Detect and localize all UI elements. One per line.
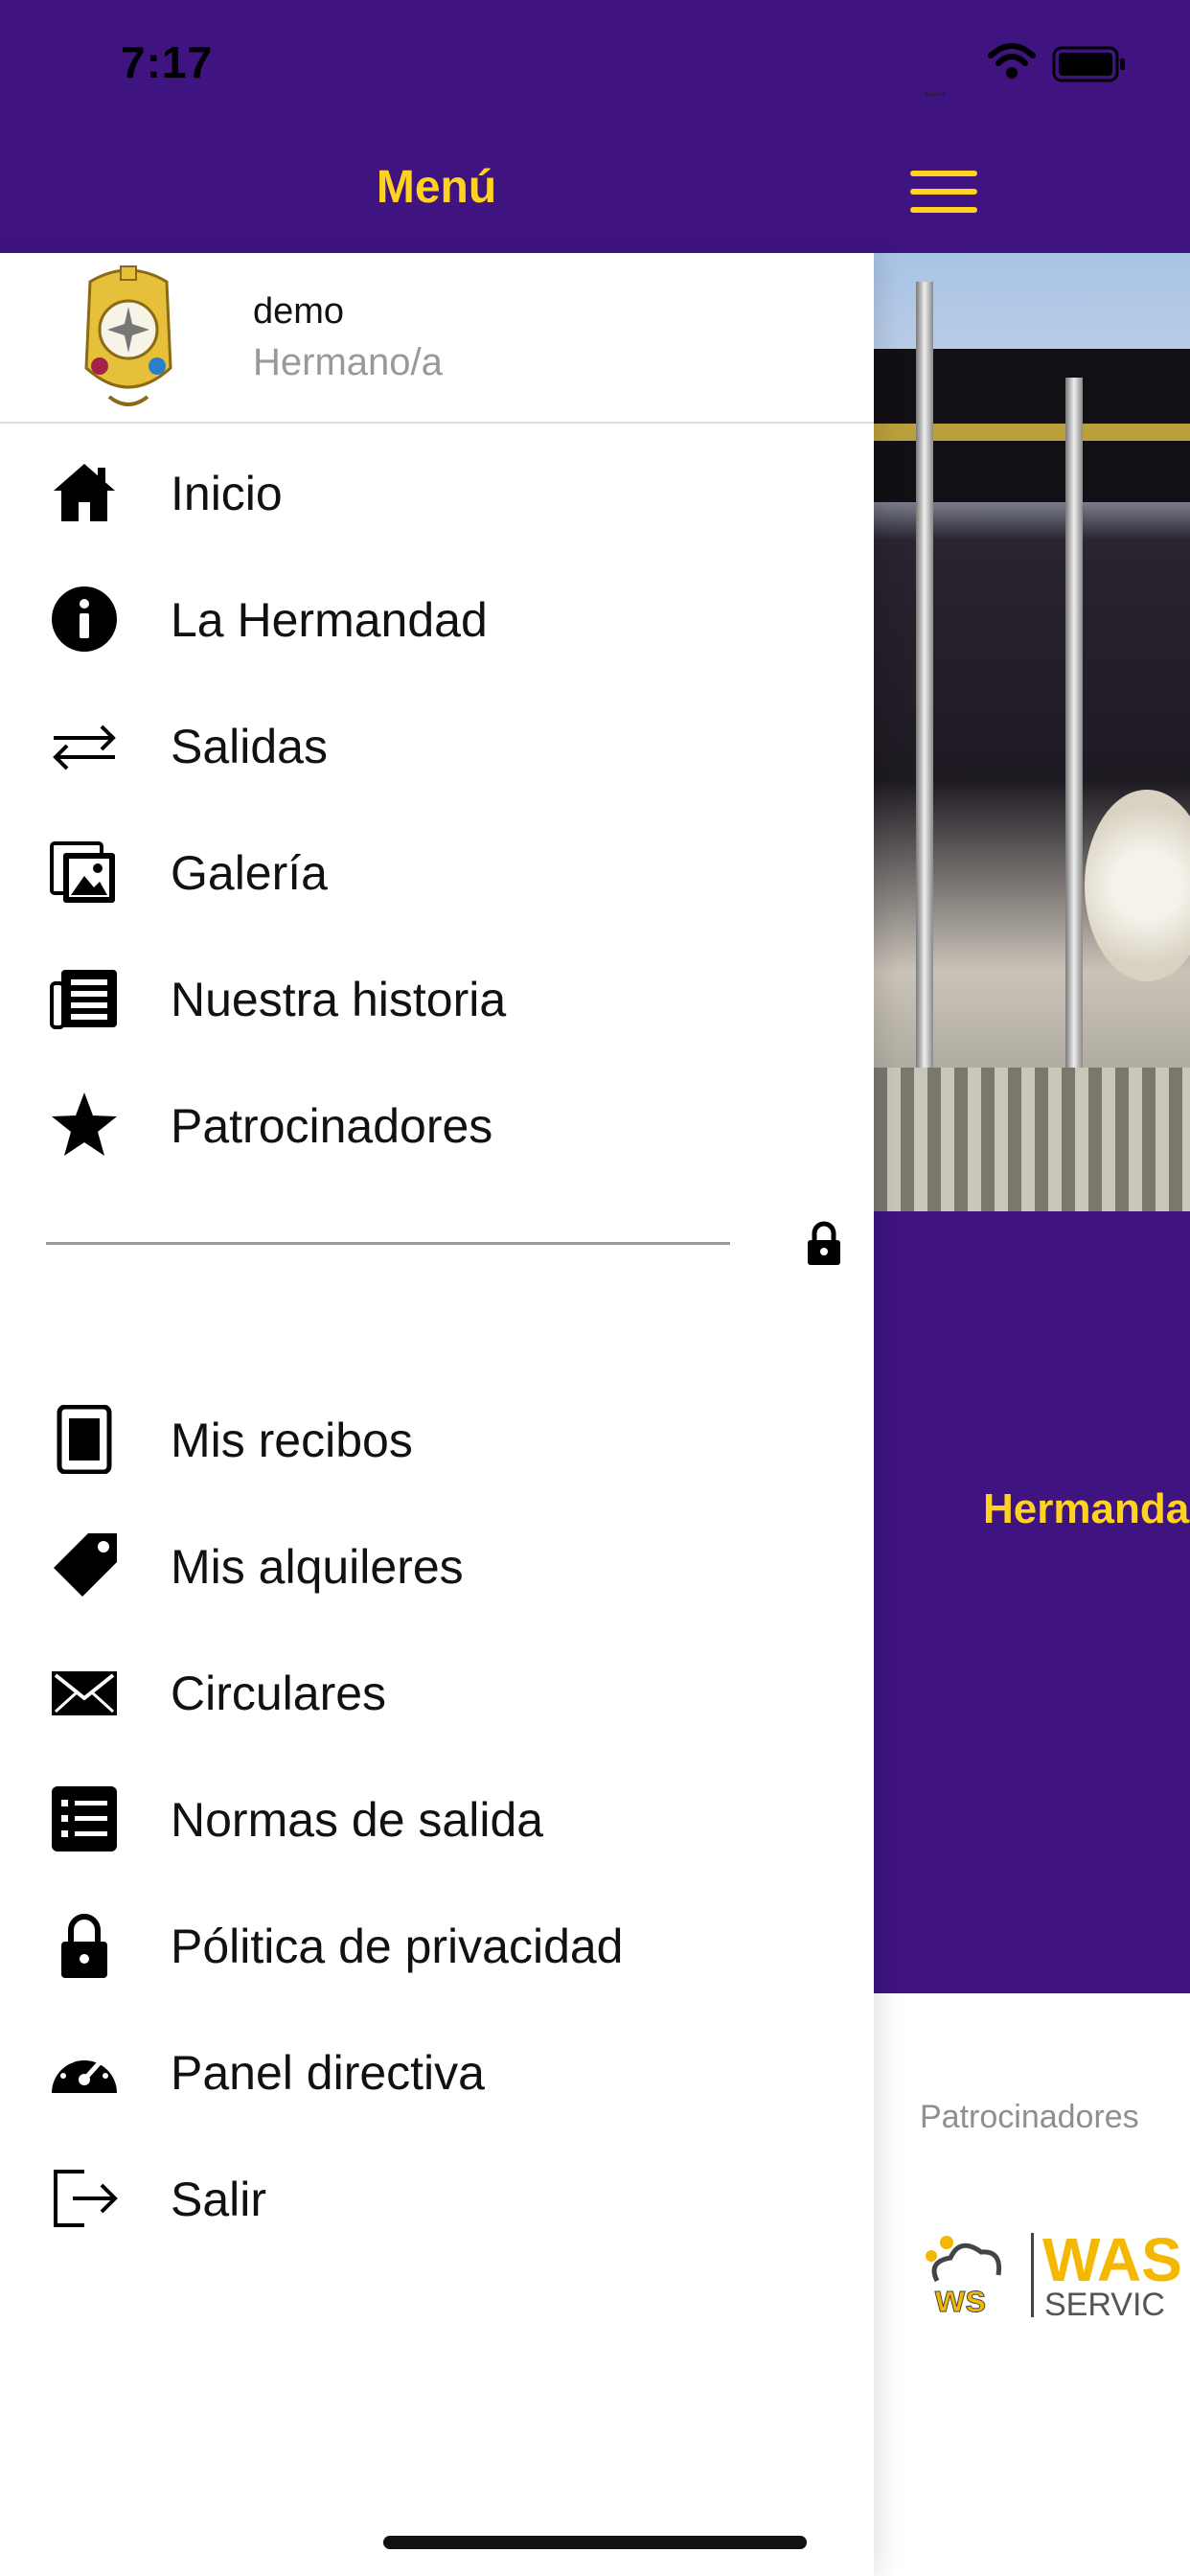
menu-item-politica-de-privacidad[interactable]: Pólitica de privacidad (0, 1876, 874, 2003)
menu-item-mis-alquileres[interactable]: Mis alquileres (0, 1497, 874, 1623)
sponsors-section-label: Patrocinadores (920, 2099, 1139, 2135)
banner-title: Hermandad (983, 1485, 1190, 1532)
sponsor-logo-text: WAS (1042, 2225, 1182, 2294)
menu-item-nuestra-historia[interactable]: Nuestra historia (0, 930, 874, 1056)
logout-icon (54, 2170, 118, 2227)
home-icon (54, 464, 115, 521)
menu-item-label: Panel directiva (171, 2046, 485, 2100)
sponsor-logo-subtext: SERVIC (1044, 2287, 1165, 2323)
menu-item-label: La Hermandad (171, 593, 488, 647)
menu-item-panel-directiva[interactable]: Panel directiva (0, 2003, 874, 2129)
menu-item-la-hermandad[interactable]: La Hermandad (0, 550, 874, 677)
envelope-icon (52, 1671, 117, 1715)
menu-item-label: Normas de salida (171, 1793, 544, 1847)
sponsor-logo[interactable]: ws WAS SERVIC (918, 2223, 1190, 2329)
menu-item-label: Salir (171, 2173, 267, 2226)
tag-icon (54, 1533, 117, 1597)
list-icon (52, 1786, 117, 1852)
menu-item-normas-de-salida[interactable]: Normas de salida (0, 1750, 874, 1876)
menu-item-galeria[interactable]: Galería (0, 803, 874, 930)
user-role: Hermano/a (253, 341, 443, 383)
menu-title: Menú (376, 162, 497, 213)
svg-text:ws: ws (934, 2278, 986, 2320)
menu-item-label: Inicio (171, 467, 283, 520)
star-icon (52, 1092, 117, 1156)
brotherhood-banner: Hermandad (874, 1211, 1190, 1993)
menu-divider (46, 1242, 730, 1245)
menu-item-inicio[interactable]: Inicio (0, 424, 874, 550)
menu-item-label: Circulares (171, 1667, 387, 1720)
status-time: 7:17 (121, 37, 214, 87)
dashboard-icon (52, 2052, 117, 2093)
signal-dots-icon: ..... (923, 71, 948, 103)
swap-arrows-icon (53, 724, 116, 770)
info-icon (52, 586, 117, 652)
menu-item-salidas[interactable]: Salidas (0, 677, 874, 803)
menu-item-mis-recibos[interactable]: Mis recibos (0, 1370, 874, 1497)
menu-item-label: Patrocinadores (171, 1099, 493, 1153)
menu-item-label: Pólitica de privacidad (171, 1920, 624, 1973)
wifi-icon (988, 43, 1036, 79)
newspaper-icon (50, 970, 117, 1029)
photos-icon (50, 841, 115, 903)
menu-item-label: Mis recibos (171, 1414, 413, 1467)
lock-icon (61, 1914, 107, 1978)
menu-item-label: Salidas (171, 720, 328, 773)
hamburger-menu-icon[interactable] (910, 171, 977, 213)
menu-item-circulares[interactable]: Circulares (0, 1623, 874, 1750)
menu-item-label: Mis alquileres (171, 1540, 464, 1594)
user-name: demo (253, 291, 345, 332)
brotherhood-crest-icon (84, 265, 172, 406)
menu-item-patrocinadores[interactable]: Patrocinadores (0, 1056, 874, 1183)
battery-icon (1052, 46, 1125, 82)
top-bar: 7:17 ..... Menú (0, 0, 1190, 253)
menu-item-label: Galería (171, 846, 328, 900)
side-drawer: demo Hermano/a Inicio La Hermandad Salid… (0, 253, 874, 2576)
menu-item-salir[interactable]: Salir (0, 2129, 874, 2256)
lock-icon (808, 1221, 840, 1265)
hero-photo (874, 253, 1190, 1211)
menu-item-label: Nuestra historia (171, 973, 507, 1026)
home-indicator[interactable] (383, 2536, 807, 2549)
profile-header[interactable]: demo Hermano/a (0, 253, 874, 424)
receipt-icon (57, 1405, 112, 1474)
